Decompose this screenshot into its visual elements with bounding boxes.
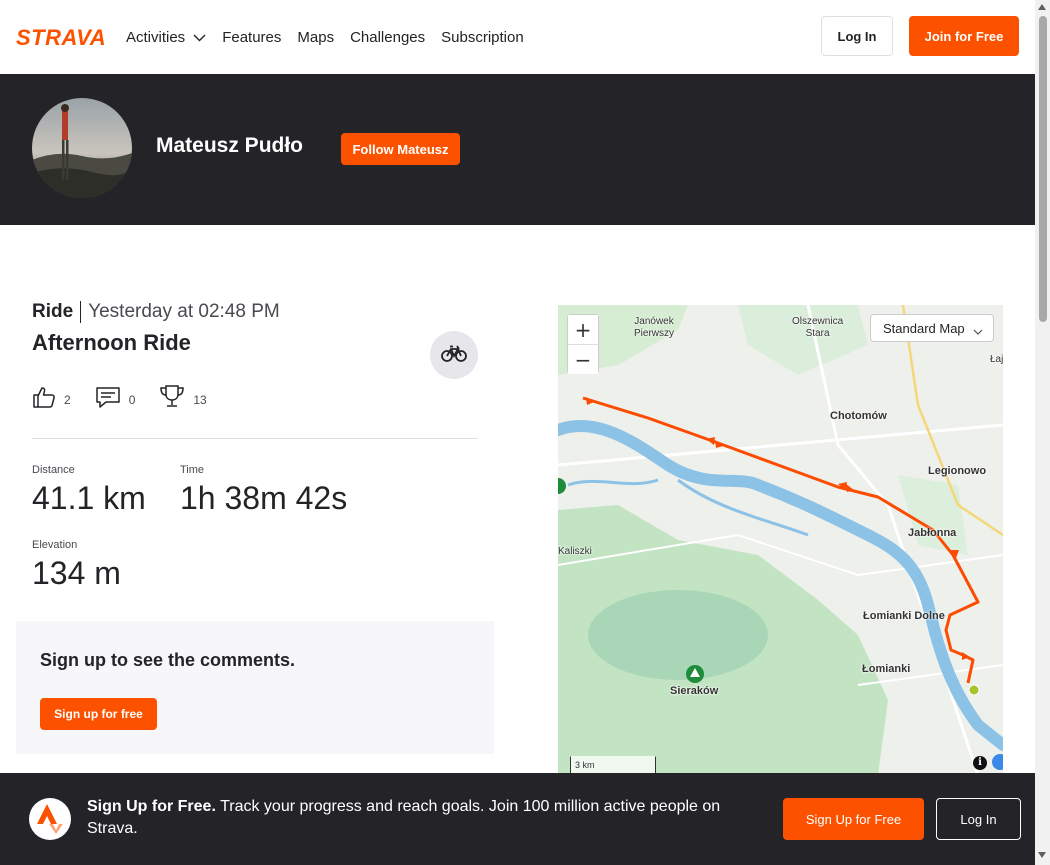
trophy-icon: [159, 384, 185, 415]
activity-title: Afternoon Ride: [32, 330, 191, 355]
distance-label: Distance: [32, 464, 75, 476]
nav-menu: Activities Features Maps Challenges Subs…: [126, 29, 540, 46]
comment-icon: [95, 385, 121, 414]
map-label-chotomow: Chotomów: [830, 410, 887, 422]
zoom-control: + −: [567, 314, 599, 374]
distance-value: 41.1 km: [32, 480, 146, 516]
athlete-avatar[interactable]: [32, 98, 132, 198]
nav-subscription[interactable]: Subscription: [441, 29, 524, 46]
chevron-down-icon: [193, 29, 206, 46]
nav-maps-label: Maps: [297, 28, 335, 46]
nav-maps[interactable]: Maps: [297, 29, 334, 46]
login-button[interactable]: Log In: [821, 16, 893, 56]
map-label-sierakow: Sieraków: [670, 685, 719, 697]
comments-button[interactable]: 0: [95, 385, 136, 414]
map-style-select[interactable]: Standard Map: [870, 314, 994, 342]
join-for-free-button[interactable]: Join for Free: [909, 16, 1019, 56]
nav-features-label: Features: [222, 28, 282, 46]
kudos-count: 2: [64, 392, 71, 407]
scrollbar[interactable]: [1035, 0, 1050, 865]
top-navigation: STRAVA Activities Features Maps Challeng…: [0, 0, 1035, 74]
elevation-label: Elevation: [32, 539, 78, 551]
signup-banner-text: Sign Up for Free. Track your progress an…: [87, 796, 757, 840]
map-canvas: [558, 305, 1003, 775]
nav-activities-label: Activities: [126, 28, 186, 46]
social-actions: 2 0 13: [32, 384, 231, 415]
athlete-name[interactable]: Mateusz Pudło: [156, 134, 303, 158]
route-map[interactable]: Janówek Pierwszy Olszewnica Stara Łaj Ch…: [558, 305, 1003, 775]
nav-subscription-label: Subscription: [441, 28, 524, 46]
scroll-thumb[interactable]: [1039, 16, 1047, 322]
page: STRAVA Activities Features Maps Challeng…: [0, 0, 1050, 865]
zoom-out-button[interactable]: −: [568, 345, 598, 374]
zoom-in-button[interactable]: +: [568, 315, 598, 344]
sign-up-for-free-button[interactable]: Sign up for free: [40, 698, 157, 730]
map-label-jablonna: Jabłonna: [908, 527, 957, 539]
activity-type: Ride: [32, 301, 82, 323]
thumbs-up-icon: [32, 385, 56, 414]
follow-button[interactable]: Follow Mateusz: [341, 133, 460, 165]
map-label-lomianki-dolne: Łomianki Dolne: [863, 610, 945, 622]
svg-text:STRAVA: STRAVA: [16, 27, 106, 47]
wetland-area: [588, 590, 768, 680]
signup-banner: Sign Up for Free. Track your progress an…: [0, 773, 1035, 865]
map-style-label: Standard Map: [883, 320, 965, 336]
map-label-lajski: Łaj: [990, 354, 1003, 365]
time-label: Time: [180, 464, 205, 476]
stat-time: Time 1h 38m 42s: [180, 464, 347, 517]
banner-sign-up-button[interactable]: Sign Up for Free: [783, 798, 924, 840]
achievements-count: 13: [193, 392, 207, 407]
nav-challenges-label: Challenges: [350, 28, 426, 46]
divider: [32, 438, 478, 439]
activity-date: Yesterday at 02:48 PM: [88, 301, 280, 322]
nav-features[interactable]: Features: [222, 29, 281, 46]
map-label-lomianki: Łomianki: [862, 663, 911, 675]
kudos-button[interactable]: 2: [32, 385, 71, 414]
athlete-banner: Mateusz Pudło Follow Mateusz: [0, 74, 1035, 225]
park-marker: [558, 478, 566, 494]
map-info-icon[interactable]: i: [973, 756, 987, 770]
strava-app-icon: [29, 798, 71, 840]
map-label-janowek: Janówek Pierwszy: [634, 316, 675, 339]
route-end-marker: [968, 684, 980, 696]
activity-header: Ride Yesterday at 02:48 PM: [32, 298, 280, 326]
chevron-down-icon: [973, 324, 983, 339]
achievements-button[interactable]: 13: [159, 384, 207, 415]
stat-distance: Distance 41.1 km: [32, 464, 146, 517]
signup-banner-headline: Sign Up for Free.: [87, 798, 216, 815]
sport-badge: [430, 331, 478, 379]
map-label-kaliszki: Kaliszki: [558, 546, 592, 557]
map-label-olszewnica: Olszewnica Stara: [792, 316, 844, 339]
nav-activities[interactable]: Activities: [126, 29, 206, 46]
strava-logo[interactable]: STRAVA: [16, 27, 112, 47]
nav-challenges[interactable]: Challenges: [350, 29, 425, 46]
comments-signup-panel: Sign up to see the comments. Sign up for…: [16, 621, 494, 754]
banner-login-button[interactable]: Log In: [936, 798, 1021, 840]
comments-count: 0: [128, 392, 136, 407]
scroll-down-arrow[interactable]: [1038, 852, 1046, 858]
scroll-up-arrow[interactable]: [1038, 4, 1046, 10]
comments-signup-title: Sign up to see the comments.: [40, 650, 296, 670]
elevation-value: 134 m: [32, 555, 121, 591]
bike-icon: [441, 344, 467, 367]
map-label-legionowo: Legionowo: [928, 465, 987, 477]
stat-elevation: Elevation 134 m: [32, 539, 121, 592]
time-value: 1h 38m 42s: [180, 480, 348, 516]
